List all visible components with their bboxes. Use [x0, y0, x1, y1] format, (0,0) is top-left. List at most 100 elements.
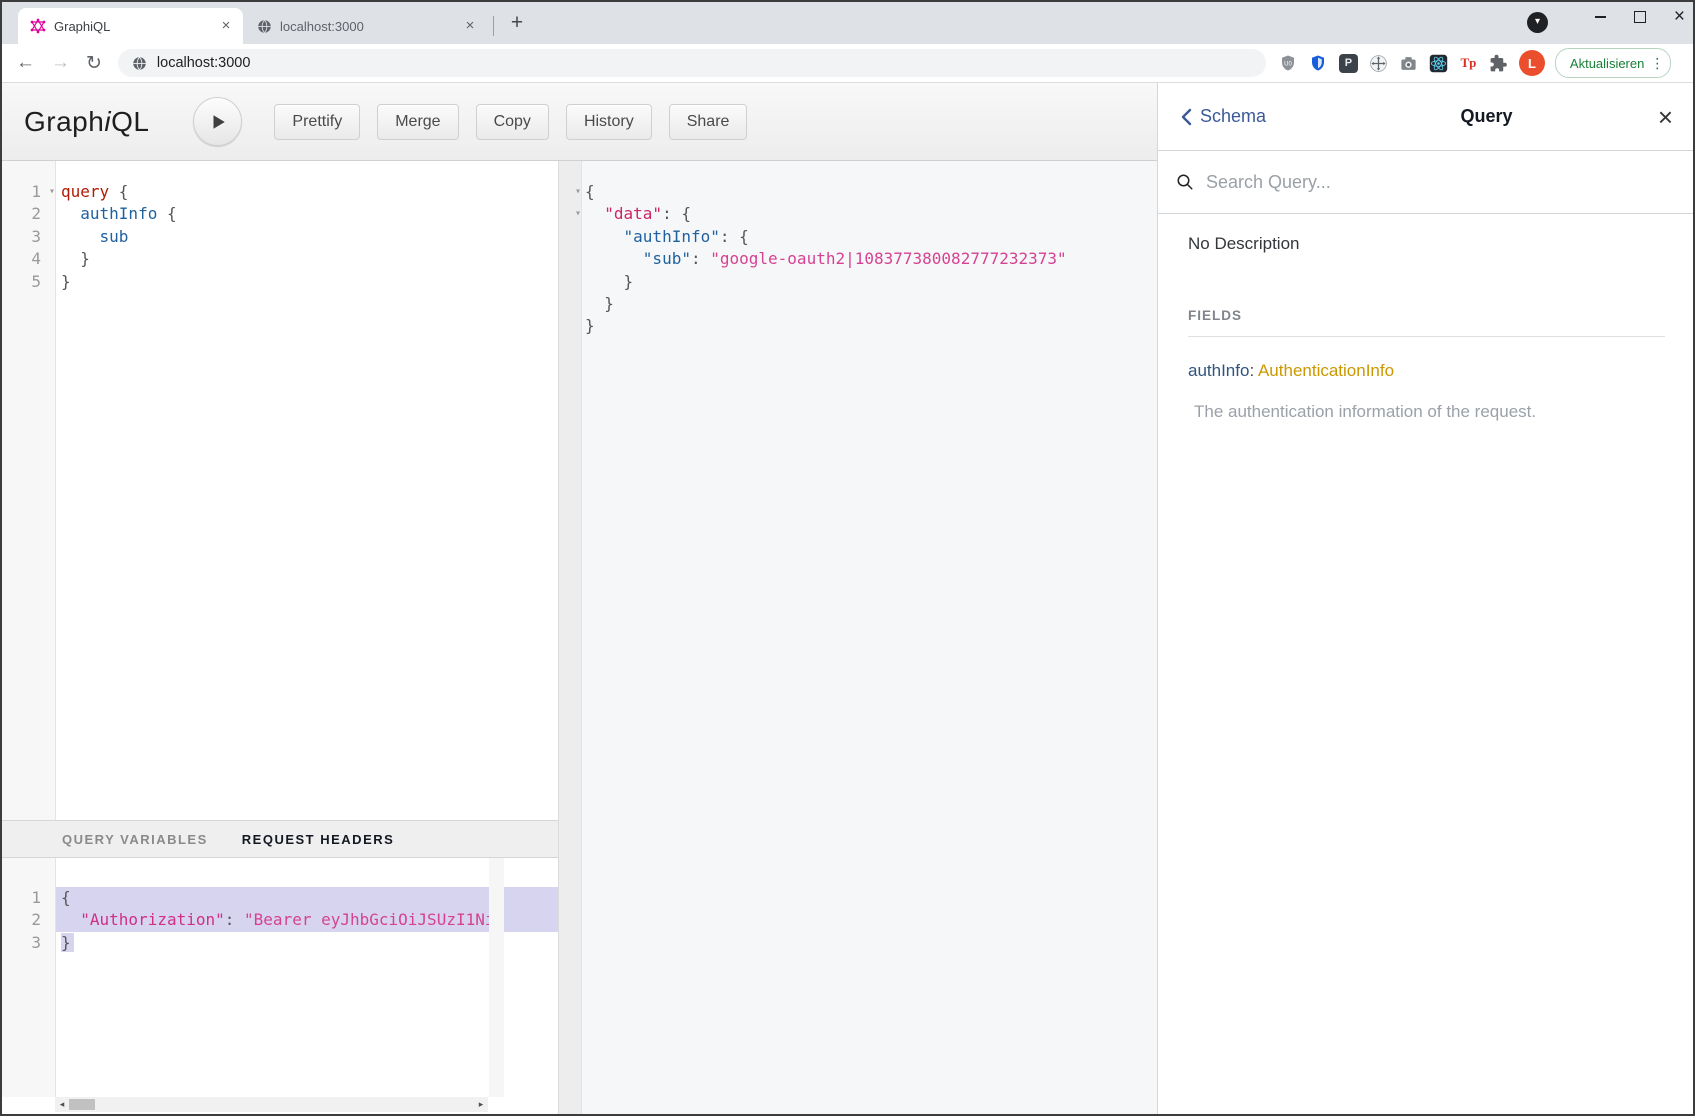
headers-editor-gutter: 123 — [0, 858, 56, 1097]
globe-icon — [132, 56, 147, 71]
code-line: { — [56, 887, 558, 909]
code-line: "sub": "google-oauth2|108377380082777232… — [582, 248, 1157, 270]
new-tab-button[interactable]: + — [503, 10, 531, 38]
history-button[interactable]: History — [566, 104, 652, 140]
fold-arrow-icon[interactable]: ▾ — [575, 203, 581, 225]
query-editor-gutter: 1▾2345 — [0, 161, 56, 820]
code-line: } — [56, 271, 558, 293]
update-button[interactable]: Aktualisieren ⋮ — [1555, 48, 1671, 78]
scrollbar-thumb[interactable] — [69, 1099, 95, 1110]
update-button-label: Aktualisieren — [1570, 56, 1644, 71]
extensions-row: U0 P Tp — [1278, 53, 1509, 74]
doc-field-description: The authentication information of the re… — [1188, 402, 1665, 422]
address-url: localhost:3000 — [157, 55, 251, 71]
doc-field-type-link[interactable]: AuthenticationInfo — [1258, 361, 1394, 380]
chevron-left-icon — [1180, 108, 1192, 126]
tab-close-icon[interactable]: × — [217, 17, 235, 35]
share-button[interactable]: Share — [669, 104, 748, 140]
doc-search-row — [1158, 151, 1695, 214]
window-close-icon[interactable]: × — [1674, 8, 1685, 26]
doc-fields-label: FIELDS — [1188, 308, 1665, 337]
tab-query-variables[interactable]: QUERY VARIABLES — [62, 832, 208, 847]
doc-body: No Description FIELDS authInfo: Authenti… — [1158, 234, 1695, 422]
react-devtools-icon[interactable] — [1428, 53, 1449, 74]
code-line: } — [582, 271, 1157, 293]
media-controls-button[interactable]: ▾ — [1527, 12, 1548, 33]
doc-field-row: authInfo: AuthenticationInfo — [1188, 361, 1665, 381]
copy-button[interactable]: Copy — [476, 104, 549, 140]
scroll-right-icon[interactable]: ▸ — [474, 1099, 488, 1110]
scrollbar-track[interactable] — [69, 1097, 474, 1112]
doc-no-description: No Description — [1188, 234, 1665, 254]
fold-gutter-row: ▾ — [559, 181, 581, 203]
request-headers-editor[interactable]: 123 { "Authorization": "Bearer eyJhbGciO… — [0, 858, 558, 1097]
avatar[interactable]: L — [1519, 50, 1545, 76]
doc-close-icon[interactable]: × — [1643, 107, 1673, 127]
globe-icon — [257, 19, 272, 34]
query-editor[interactable]: 1▾2345 query { authInfo { sub }} — [0, 161, 558, 820]
fold-gutter-row — [559, 293, 581, 315]
line-number: 3 — [0, 226, 55, 248]
code-line: } — [582, 315, 1157, 337]
forward-icon: → — [51, 52, 70, 74]
line-number: 2 — [0, 909, 55, 931]
execute-query-button[interactable] — [193, 97, 242, 146]
code-line: "authInfo": { — [582, 226, 1157, 248]
tab-title: GraphiQL — [54, 19, 217, 34]
back-icon[interactable]: ← — [16, 52, 35, 74]
headers-vertical-scrollbar[interactable] — [489, 858, 504, 1097]
browser-tab-strip: GraphiQL × localhost:3000 × + ▾ × — [0, 0, 1695, 44]
doc-title: Query — [1330, 106, 1643, 127]
graphql-favicon-icon — [30, 18, 46, 34]
tampermonkey-icon[interactable]: Tp — [1458, 53, 1479, 74]
line-number: 1▾ — [0, 181, 55, 203]
reload-icon[interactable]: ↻ — [86, 52, 102, 75]
search-icon — [1176, 173, 1194, 191]
browser-tab-localhost[interactable]: localhost:3000 × — [247, 8, 487, 44]
line-number: 2 — [0, 203, 55, 225]
tab-close-icon[interactable]: × — [461, 17, 479, 35]
code-line: } — [582, 293, 1157, 315]
code-line: query { — [56, 181, 558, 203]
fold-gutter-row — [559, 248, 581, 270]
p-extension-icon[interactable]: P — [1338, 53, 1359, 74]
window-controls: × — [1595, 2, 1685, 32]
doc-explorer-header: Schema Query × — [1158, 83, 1695, 151]
password-manager-icon[interactable] — [1308, 53, 1329, 74]
browser-toolbar: ← → ↻ localhost:3000 U0 P — [0, 44, 1695, 83]
browser-tab-graphiql[interactable]: GraphiQL × — [18, 8, 243, 44]
fold-arrow-icon[interactable]: ▾ — [575, 181, 581, 203]
code-line: "Authorization": "Bearer eyJhbGciOiJSUzI… — [56, 909, 558, 931]
minimize-icon[interactable] — [1595, 16, 1606, 18]
scroll-left-icon[interactable]: ◂ — [55, 1099, 69, 1110]
line-number: 1 — [0, 887, 55, 909]
fold-gutter-row — [559, 315, 581, 337]
address-bar[interactable]: localhost:3000 — [118, 49, 1266, 77]
line-number: 3 — [0, 932, 55, 954]
code-line: } — [56, 248, 558, 270]
code-line: sub — [56, 226, 558, 248]
doc-back-link[interactable]: Schema — [1180, 106, 1330, 127]
headers-editor-code[interactable]: { "Authorization": "Bearer eyJhbGciOiJSU… — [56, 858, 558, 1097]
maximize-icon[interactable] — [1634, 11, 1646, 23]
merge-button[interactable]: Merge — [377, 104, 458, 140]
fold-gutter-row: ▾ — [559, 203, 581, 225]
doc-field-name-link[interactable]: authInfo — [1188, 361, 1249, 380]
tab-request-headers[interactable]: REQUEST HEADERS — [242, 832, 395, 847]
extensions-menu-icon[interactable] — [1488, 53, 1509, 74]
prettify-button[interactable]: Prettify — [274, 104, 360, 140]
doc-search-input[interactable] — [1204, 171, 1677, 194]
line-number: 5 — [0, 271, 55, 293]
camera-extension-icon[interactable] — [1398, 53, 1419, 74]
play-icon — [209, 113, 227, 131]
browser-window: GraphiQL × localhost:3000 × + ▾ × ← → ↻ — [0, 0, 1695, 1116]
result-viewer-code: { "data": { "authInfo": { "sub": "google… — [582, 161, 1157, 1114]
doc-explorer-panel: Schema Query × No Description FIELDS aut… — [1157, 83, 1695, 1114]
tab-separator — [493, 16, 494, 36]
shield-extension-icon[interactable]: U0 — [1278, 53, 1299, 74]
fold-arrow-icon[interactable]: ▾ — [49, 181, 55, 203]
query-editor-code[interactable]: query { authInfo { sub }} — [56, 161, 558, 820]
headers-horizontal-scrollbar[interactable]: ◂ ▸ — [55, 1097, 488, 1112]
crosshair-extension-icon[interactable] — [1368, 53, 1389, 74]
doc-back-label: Schema — [1200, 106, 1266, 127]
